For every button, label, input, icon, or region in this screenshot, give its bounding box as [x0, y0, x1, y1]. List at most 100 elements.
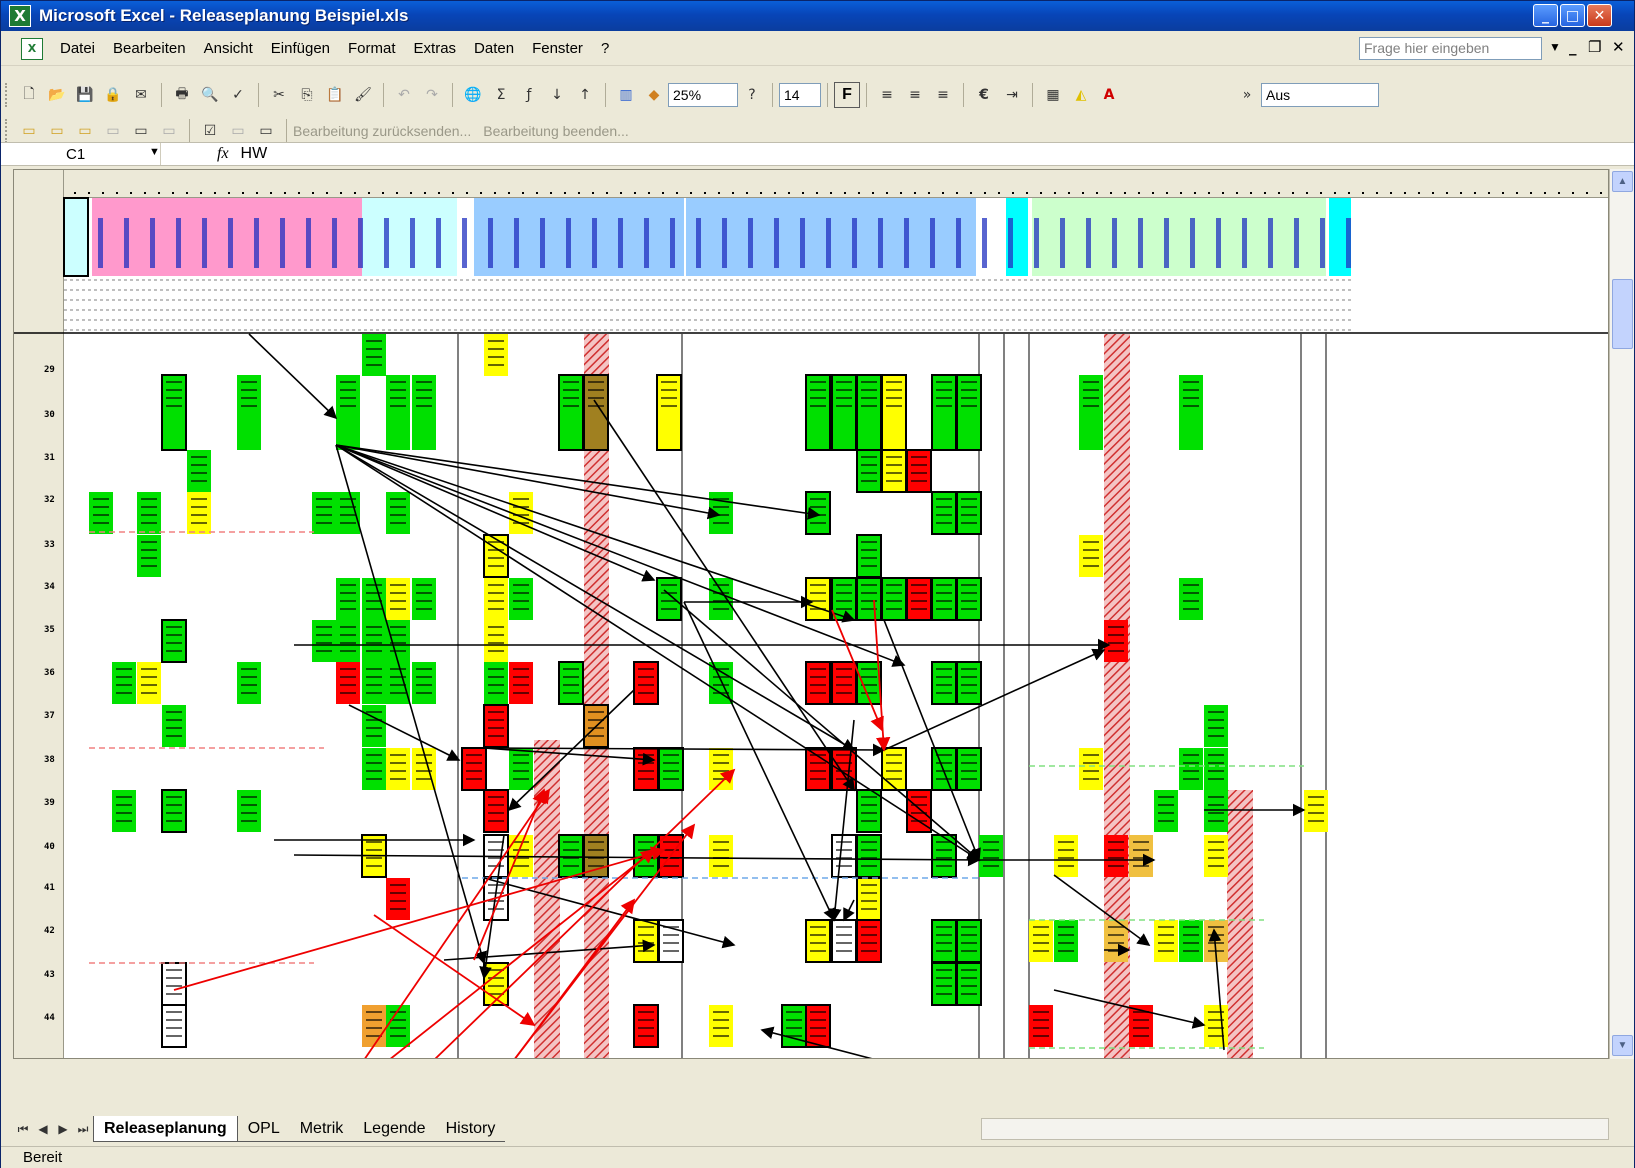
cell-text [713, 522, 729, 524]
help-icon[interactable]: ? [740, 83, 764, 107]
doc-restore-button[interactable]: ❐ [1588, 38, 1601, 56]
prev-sheet-icon[interactable]: ◀ [33, 1122, 53, 1136]
menu-einfuegen[interactable]: Einfügen [262, 40, 339, 57]
vertical-scrollbar[interactable]: ▲ ▼ [1609, 169, 1634, 1059]
ask-question-input[interactable]: Frage hier eingeben [1359, 37, 1542, 60]
cell-text [836, 778, 852, 780]
cell-text [1308, 796, 1324, 798]
name-box-dropdown-icon[interactable]: ▼ [149, 146, 160, 158]
release-plan-canvas [14, 192, 1608, 1058]
sort-asc-icon[interactable]: ↓ [545, 83, 569, 107]
print-icon[interactable]: 🖶 [170, 83, 194, 107]
review-next-icon[interactable]: ▭ [73, 119, 97, 143]
first-sheet-icon[interactable]: ⏮ [13, 1122, 33, 1137]
review-show-icon[interactable]: ▭ [129, 119, 153, 143]
menu-help[interactable]: ? [592, 40, 618, 57]
format-painter-icon[interactable]: 🖌 [351, 83, 375, 107]
sort-desc-icon[interactable]: ↑ [573, 83, 597, 107]
print-preview-icon[interactable]: 🔍 [198, 83, 222, 107]
fill-color-icon[interactable]: ◭ [1069, 83, 1093, 107]
toolbar-options-icon[interactable]: » [1235, 83, 1259, 107]
review-edit-icon[interactable]: ▭ [101, 119, 125, 143]
compare-icon[interactable]: ▭ [226, 119, 250, 143]
hyperlink-icon[interactable]: 🌐 [461, 83, 485, 107]
next-sheet-icon[interactable]: ▶ [53, 1122, 73, 1136]
cell-text [810, 506, 826, 508]
euro-button[interactable]: € [972, 83, 996, 107]
fx-icon[interactable]: fx [217, 145, 229, 163]
excel-icon[interactable]: X [9, 5, 31, 27]
close-button[interactable]: ✕ [1587, 4, 1612, 27]
track-changes-icon[interactable]: ☑ [198, 119, 222, 143]
vertical-scroll-thumb[interactable] [1612, 279, 1633, 349]
align-center-icon[interactable]: ≡ [903, 83, 927, 107]
font-color-icon[interactable]: A [1097, 83, 1121, 107]
horizontal-scrollbar[interactable] [981, 1118, 1609, 1140]
toolbar-grip[interactable] [5, 83, 9, 107]
tab-history[interactable]: History [435, 1116, 506, 1142]
paste-icon[interactable]: 📋 [323, 83, 347, 107]
last-sheet-icon[interactable]: ⏭ [73, 1122, 93, 1137]
column-title-text [904, 218, 909, 268]
cut-icon[interactable]: ✂ [267, 83, 291, 107]
menu-ansicht[interactable]: Ansicht [195, 40, 262, 57]
toolbar-grip-2[interactable] [5, 119, 9, 143]
cell-text [488, 727, 504, 729]
doc-minimize-button[interactable]: _ [1569, 38, 1577, 56]
doc-close-button[interactable]: ✕ [1612, 38, 1625, 56]
borders-icon[interactable]: ▦ [1041, 83, 1065, 107]
permission-icon[interactable]: 🔒 [101, 83, 125, 107]
zoom-select[interactable]: 25% [668, 83, 738, 107]
undo-icon[interactable]: ↶ [392, 83, 416, 107]
end-review-button[interactable]: Bearbeitung beenden... [483, 123, 629, 139]
formula-input[interactable]: HW [241, 145, 268, 163]
maximize-button[interactable]: □ [1560, 4, 1585, 27]
save-icon[interactable]: 💾 [73, 83, 97, 107]
copy-icon[interactable]: ⎘ [295, 83, 319, 107]
cell-text [366, 634, 382, 636]
tab-releaseplanung[interactable]: Releaseplanung [93, 1116, 238, 1142]
name-box[interactable]: C1 ▼ [1, 143, 161, 165]
menu-bearbeiten[interactable]: Bearbeiten [104, 40, 195, 57]
menu-extras[interactable]: Extras [405, 40, 466, 57]
menu-datei[interactable]: Datei [51, 40, 104, 57]
send-back-button[interactable]: Bearbeitung zurücksenden... [293, 123, 471, 139]
drawing-icon[interactable]: ◆ [642, 83, 666, 107]
font-size-select[interactable]: 14 [779, 83, 821, 107]
aus-select[interactable]: Aus [1261, 83, 1379, 107]
menu-fenster[interactable]: Fenster [523, 40, 592, 57]
menu-format[interactable]: Format [339, 40, 405, 57]
menu-daten[interactable]: Daten [465, 40, 523, 57]
redo-icon[interactable]: ↷ [420, 83, 444, 107]
new-icon[interactable]: 🗋 [17, 83, 41, 107]
autosum-icon[interactable]: Σ [489, 83, 513, 107]
ruler-dot [1222, 192, 1224, 194]
scroll-up-icon[interactable]: ▲ [1612, 171, 1633, 192]
tab-opl[interactable]: OPL [237, 1116, 290, 1142]
email-icon[interactable]: ✉ [129, 83, 153, 107]
cell-text [1208, 926, 1224, 928]
spelling-icon[interactable]: ✓ [226, 83, 250, 107]
cell-text [316, 634, 332, 636]
tab-legende[interactable]: Legende [353, 1116, 436, 1142]
reviewing-pane-icon[interactable]: ▭ [254, 119, 278, 143]
worksheet-grid[interactable]: 29 30 31 32 33 34 35 36 37 38 39 40 41 42 43 44 [13, 169, 1609, 1059]
cell-text [638, 950, 654, 952]
function-icon[interactable]: ƒ [517, 83, 541, 107]
scroll-down-icon[interactable]: ▼ [1612, 1035, 1633, 1056]
chart-icon[interactable]: ▥ [614, 83, 638, 107]
cell-text [911, 464, 927, 466]
workbook-icon[interactable]: X [21, 37, 43, 60]
bold-button[interactable]: F [834, 82, 860, 108]
ask-dropdown-icon[interactable]: ▼ [1549, 40, 1561, 54]
review-folder-icon[interactable]: ▭ [17, 119, 41, 143]
align-left-icon[interactable]: ≡ [875, 83, 899, 107]
open-icon[interactable]: 📂 [45, 83, 69, 107]
align-right-icon[interactable]: ≡ [931, 83, 955, 107]
review-delete-icon[interactable]: ▭ [157, 119, 181, 143]
indent-icon[interactable]: ⇥ [1000, 83, 1024, 107]
cell-text [166, 977, 182, 979]
review-prev-icon[interactable]: ▭ [45, 119, 69, 143]
minimize-button[interactable]: _ [1533, 4, 1558, 27]
tab-metrik[interactable]: Metrik [289, 1116, 354, 1142]
